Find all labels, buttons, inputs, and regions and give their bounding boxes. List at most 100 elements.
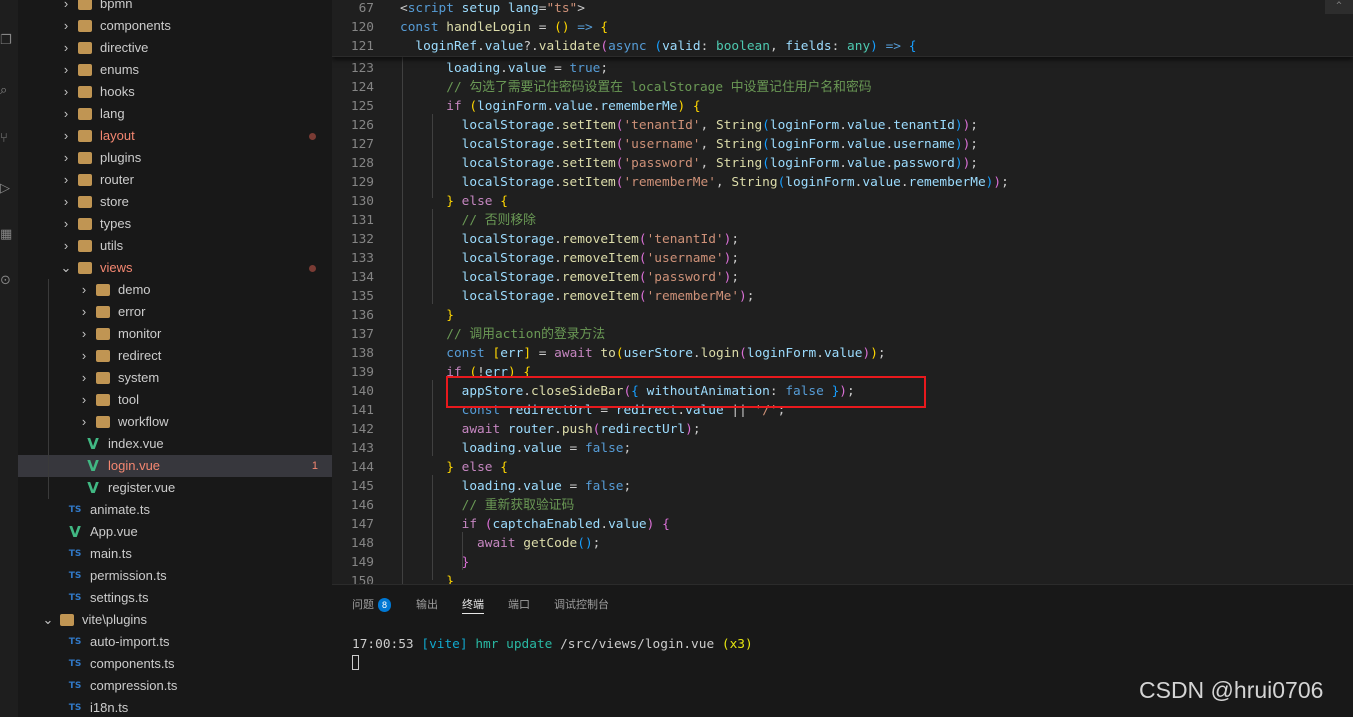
chevron-right-icon[interactable]: › <box>78 301 90 323</box>
code-line[interactable]: 129 localStorage.setItem('rememberMe', S… <box>332 173 1353 192</box>
terminal-output[interactable]: 17:00:53 [vite] hmr update /src/views/lo… <box>352 637 753 652</box>
panel-tab[interactable]: 调试控制台 <box>554 596 609 612</box>
code-line[interactable]: 137 // 调用action的登录方法 <box>332 325 1353 344</box>
chevron-right-icon[interactable]: › <box>78 323 90 345</box>
tree-item[interactable]: › directive <box>18 37 332 59</box>
code-token: ; <box>692 422 701 437</box>
chevron-right-icon[interactable]: › <box>60 59 72 81</box>
code-line[interactable]: 138 const [err] = await to(userStore.log… <box>332 344 1353 363</box>
tree-item[interactable]: › utils <box>18 235 332 257</box>
code-line[interactable]: 132 localStorage.removeItem('tenantId'); <box>332 230 1353 249</box>
chevron-right-icon[interactable]: › <box>60 169 72 191</box>
chevron-right-icon[interactable]: › <box>60 191 72 213</box>
chevron-right-icon[interactable]: › <box>60 147 72 169</box>
tree-item[interactable]: › demo <box>18 279 332 301</box>
code-line[interactable]: 135 localStorage.removeItem('rememberMe'… <box>332 287 1353 306</box>
tree-item[interactable]: › router <box>18 169 332 191</box>
code-line[interactable]: 126 localStorage.setItem('tenantId', Str… <box>332 116 1353 135</box>
code-line[interactable]: 127 localStorage.setItem('username', Str… <box>332 135 1353 154</box>
tree-item[interactable]: › hooks <box>18 81 332 103</box>
chevron-right-icon[interactable]: › <box>60 213 72 235</box>
tree-item[interactable]: › redirect <box>18 345 332 367</box>
code-line[interactable]: 146 // 重新获取验证码 <box>332 496 1353 515</box>
chevron-right-icon[interactable]: › <box>78 345 90 367</box>
chevron-right-icon[interactable]: › <box>60 81 72 103</box>
chevron-right-icon[interactable]: › <box>60 235 72 257</box>
panel-tab[interactable]: 端口 <box>508 596 530 612</box>
code-line[interactable]: 148 await getCode(); <box>332 534 1353 553</box>
code-line[interactable]: 149 } <box>332 553 1353 572</box>
extensions-icon[interactable]: ▦ <box>0 226 18 244</box>
code-line[interactable]: 143 loading.value = false; <box>332 439 1353 458</box>
tree-item[interactable]: TS i18n.ts <box>18 697 332 717</box>
tree-item[interactable]: › components <box>18 15 332 37</box>
code-line[interactable]: 142 await router.push(redirectUrl); <box>332 420 1353 439</box>
tree-item[interactable]: › bpmn <box>18 0 332 15</box>
code-line[interactable]: 125 if (loginForm.value.rememberMe) { <box>332 97 1353 116</box>
code-line[interactable]: 121 loginRef.value?.validate(async (vali… <box>332 37 1353 56</box>
code-line[interactable]: 134 localStorage.removeItem('password'); <box>332 268 1353 287</box>
tree-item[interactable]: › lang <box>18 103 332 125</box>
tree-item[interactable]: Vindex.vue <box>18 433 332 455</box>
tree-item[interactable]: TS components.ts <box>18 653 332 675</box>
tree-item[interactable]: TS permission.ts <box>18 565 332 587</box>
tree-item[interactable]: › types <box>18 213 332 235</box>
tree-item[interactable]: Vlogin.vue 1 <box>18 455 332 477</box>
tree-item[interactable]: TS auto-import.ts <box>18 631 332 653</box>
search-icon[interactable]: ⌕ <box>0 82 18 100</box>
tree-item[interactable]: TS main.ts <box>18 543 332 565</box>
tree-item[interactable]: ⌄ vite\plugins <box>18 609 332 631</box>
chevron-right-icon[interactable]: › <box>60 103 72 125</box>
code-line[interactable]: 131 // 否则移除 <box>332 211 1353 230</box>
chevron-down-icon[interactable]: ⌄ <box>42 609 54 631</box>
panel-tab[interactable]: 终端 <box>462 596 484 614</box>
chevron-right-icon[interactable]: › <box>60 37 72 59</box>
chevron-down-icon[interactable]: ⌄ <box>60 257 72 279</box>
code-line[interactable]: 123 loading.value = true; <box>332 59 1353 78</box>
tree-item[interactable]: › plugins <box>18 147 332 169</box>
explorer-icon[interactable]: ❐ <box>0 32 18 50</box>
code-line[interactable]: 67 <script setup lang="ts"> <box>332 0 1353 18</box>
tree-item[interactable]: › error <box>18 301 332 323</box>
chevron-right-icon[interactable]: › <box>60 0 72 15</box>
tree-item[interactable]: ⌄ views <box>18 257 332 279</box>
tree-item[interactable]: › workflow <box>18 411 332 433</box>
code-line[interactable]: 150 } <box>332 572 1353 584</box>
tree-item[interactable]: › system <box>18 367 332 389</box>
code-line[interactable]: 130 } else { <box>332 192 1353 211</box>
code-line[interactable]: 145 loading.value = false; <box>332 477 1353 496</box>
chevron-right-icon[interactable]: › <box>78 389 90 411</box>
code-token: login <box>700 346 740 361</box>
chevron-right-icon[interactable]: › <box>60 125 72 147</box>
tree-item[interactable]: TS settings.ts <box>18 587 332 609</box>
code-line[interactable]: 147 if (captchaEnabled.value) { <box>332 515 1353 534</box>
editor-corner-button[interactable]: ^ <box>1325 0 1353 14</box>
remote-icon[interactable]: ⊙ <box>0 272 18 290</box>
code-line[interactable]: 136 } <box>332 306 1353 325</box>
sticky-scroll-header[interactable]: 67 <script setup lang="ts"> 120 const handl… <box>332 0 1353 57</box>
code-line[interactable]: 120 const handleLogin = () => { <box>332 18 1353 37</box>
run-debug-icon[interactable]: ▷ <box>0 180 18 198</box>
tree-item[interactable]: V App.vue <box>18 521 332 543</box>
chevron-right-icon[interactable]: › <box>60 15 72 37</box>
tree-item[interactable]: › tool <box>18 389 332 411</box>
chevron-right-icon[interactable]: › <box>78 279 90 301</box>
tree-item[interactable]: TS animate.ts <box>18 499 332 521</box>
code-editor[interactable]: 67 <script setup lang="ts"> 120 const handl… <box>332 0 1353 584</box>
code-line[interactable]: 124 // 勾选了需要记住密码设置在 localStorage 中设置记住用户… <box>332 78 1353 97</box>
tree-item[interactable]: › enums <box>18 59 332 81</box>
tree-item[interactable]: TS compression.ts <box>18 675 332 697</box>
chevron-right-icon[interactable]: › <box>78 367 90 389</box>
code-line[interactable]: 133 localStorage.removeItem('username'); <box>332 249 1353 268</box>
code-token: true <box>569 61 601 76</box>
code-line[interactable]: 128 localStorage.setItem('password', Str… <box>332 154 1353 173</box>
tree-item[interactable]: › store <box>18 191 332 213</box>
chevron-right-icon[interactable]: › <box>78 411 90 433</box>
source-control-icon[interactable]: ⑂ <box>0 130 18 148</box>
panel-tab[interactable]: 输出 <box>416 596 438 612</box>
tree-item[interactable]: › layout <box>18 125 332 147</box>
code-line[interactable]: 144 } else { <box>332 458 1353 477</box>
tree-item[interactable]: › monitor <box>18 323 332 345</box>
tree-item[interactable]: Vregister.vue <box>18 477 332 499</box>
panel-tab[interactable]: 问题 8 <box>352 596 392 612</box>
